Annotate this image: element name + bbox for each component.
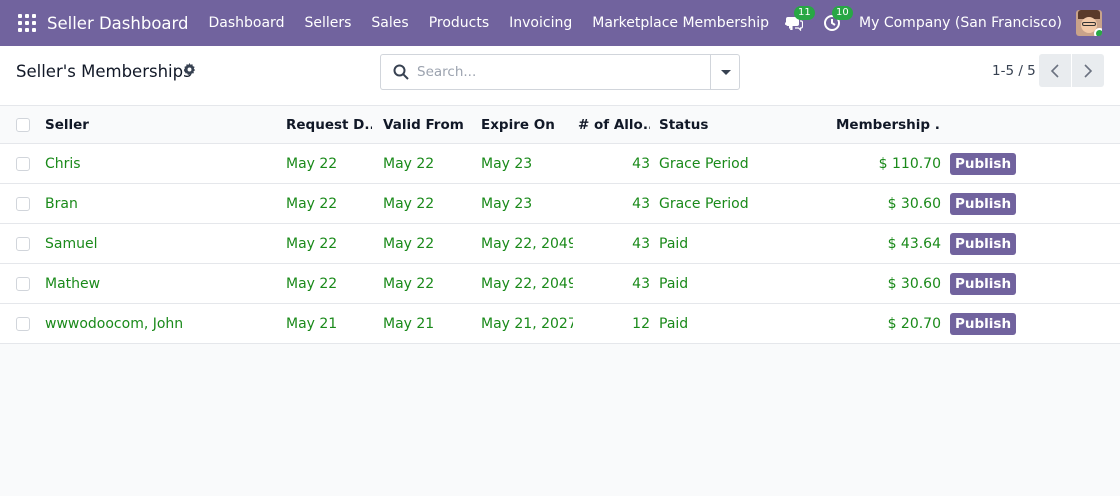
request-date-cell: May 21 (286, 315, 338, 332)
amount-cell: $ 110.70 (878, 155, 941, 172)
menu-item-sales[interactable]: Sales (361, 15, 418, 31)
row-checkbox[interactable] (16, 236, 30, 251)
status-cell: Paid (659, 315, 689, 332)
search-box (380, 54, 740, 90)
systray: 11 10 My Company (San Francisco) (783, 0, 1120, 46)
chevron-left-icon (1050, 63, 1059, 78)
status-cell: Grace Period (659, 195, 749, 212)
valid-from-cell: May 22 (383, 195, 435, 212)
messages-badge: 11 (794, 6, 815, 20)
status-cell: Paid (659, 275, 689, 292)
seller-cell: Samuel (45, 235, 98, 252)
gear-icon[interactable] (183, 63, 196, 80)
app-brand[interactable]: Seller Dashboard (47, 14, 189, 33)
column-header-expire-on[interactable]: Expire On (481, 106, 573, 143)
row-checkbox[interactable] (16, 276, 30, 291)
memberships-list: Seller Request D... Valid From Expire On… (0, 106, 1120, 344)
allocated-cell: 43 (632, 155, 650, 172)
expire-on-cell: May 22, 2049 (481, 275, 573, 292)
search-options-toggle[interactable] (711, 55, 740, 89)
valid-from-cell: May 22 (383, 235, 435, 252)
row-checkbox[interactable] (16, 196, 30, 211)
user-avatar[interactable] (1076, 10, 1102, 36)
menu-item-marketplace-membership[interactable]: Marketplace Membership (582, 15, 779, 31)
amount-cell: $ 30.60 (887, 195, 941, 212)
online-status-icon (1094, 28, 1102, 36)
main-menu: Dashboard Sellers Sales Products Invoici… (199, 13, 800, 33)
column-header-allocated[interactable]: # of Allo... (578, 106, 650, 143)
search-icon (393, 64, 409, 84)
seller-cell: Bran (45, 195, 78, 212)
menu-item-dashboard[interactable]: Dashboard (199, 15, 295, 31)
request-date-cell: May 22 (286, 195, 338, 212)
chevron-right-icon (1084, 63, 1093, 78)
publish-button[interactable]: Publish (950, 232, 1017, 255)
expire-on-cell: May 23 (481, 195, 533, 212)
column-header-request-date[interactable]: Request D... (286, 106, 372, 143)
row-checkbox[interactable] (16, 316, 30, 331)
expire-on-cell: May 23 (481, 155, 533, 172)
column-header-membership-amount[interactable]: Membership ... (836, 106, 941, 143)
publish-button[interactable]: Publish (950, 272, 1017, 295)
amount-cell: $ 43.64 (887, 235, 941, 252)
status-cell: Paid (659, 235, 689, 252)
publish-button[interactable]: Publish (950, 312, 1017, 335)
top-navbar: Seller Dashboard Dashboard Sellers Sales… (0, 0, 1120, 46)
expire-on-cell: May 21, 2027 (481, 315, 573, 332)
activities-badge: 10 (832, 6, 853, 20)
menu-item-invoicing[interactable]: Invoicing (499, 15, 582, 31)
seller-cell: wwwodoocom, John (45, 315, 184, 332)
publish-button[interactable]: Publish (950, 152, 1017, 175)
seller-cell: Mathew (45, 275, 101, 292)
table-row[interactable]: Samuel May 22 May 22 May 22, 2049 43 Pai… (0, 224, 1120, 264)
apps-grid-icon[interactable] (18, 14, 36, 32)
status-cell: Grace Period (659, 155, 749, 172)
table-row[interactable]: Bran May 22 May 22 May 23 43 Grace Perio… (0, 184, 1120, 224)
search-input[interactable] (417, 55, 707, 89)
request-date-cell: May 22 (286, 155, 338, 172)
expire-on-cell: May 22, 2049 (481, 235, 573, 252)
page-title: Seller's Memberships (16, 62, 192, 81)
column-header-valid-from[interactable]: Valid From (383, 106, 473, 143)
amount-cell: $ 20.70 (887, 315, 941, 332)
column-header-seller[interactable]: Seller (45, 106, 275, 143)
pager-next-button[interactable] (1072, 54, 1104, 87)
row-checkbox[interactable] (16, 156, 30, 171)
table-header: Seller Request D... Valid From Expire On… (0, 106, 1120, 144)
pager-previous-button[interactable] (1039, 54, 1071, 87)
pager-value[interactable]: 1-5 / 5 (992, 63, 1036, 79)
control-panel: Seller's Memberships 1-5 / 5 (0, 46, 1120, 106)
allocated-cell: 43 (632, 195, 650, 212)
menu-item-products[interactable]: Products (419, 15, 499, 31)
menu-item-sellers[interactable]: Sellers (294, 15, 361, 31)
table-row[interactable]: wwwodoocom, John May 21 May 21 May 21, 2… (0, 304, 1120, 344)
company-switcher[interactable]: My Company (San Francisco) (859, 15, 1062, 31)
column-header-status[interactable]: Status (659, 106, 819, 143)
table-row[interactable]: Chris May 22 May 22 May 23 43 Grace Peri… (0, 144, 1120, 184)
allocated-cell: 43 (632, 235, 650, 252)
request-date-cell: May 22 (286, 275, 338, 292)
select-all-checkbox[interactable] (16, 117, 30, 132)
allocated-cell: 12 (632, 315, 650, 332)
publish-button[interactable]: Publish (950, 192, 1017, 215)
table-row[interactable]: Mathew May 22 May 22 May 22, 2049 43 Pai… (0, 264, 1120, 304)
valid-from-cell: May 22 (383, 155, 435, 172)
valid-from-cell: May 22 (383, 275, 435, 292)
request-date-cell: May 22 (286, 235, 338, 252)
valid-from-cell: May 21 (383, 315, 435, 332)
caret-down-icon (720, 69, 731, 75)
allocated-cell: 43 (632, 275, 650, 292)
amount-cell: $ 30.60 (887, 275, 941, 292)
seller-cell: Chris (45, 155, 81, 172)
clock-icon[interactable]: 10 (821, 6, 853, 34)
chat-icon[interactable]: 11 (783, 6, 815, 34)
